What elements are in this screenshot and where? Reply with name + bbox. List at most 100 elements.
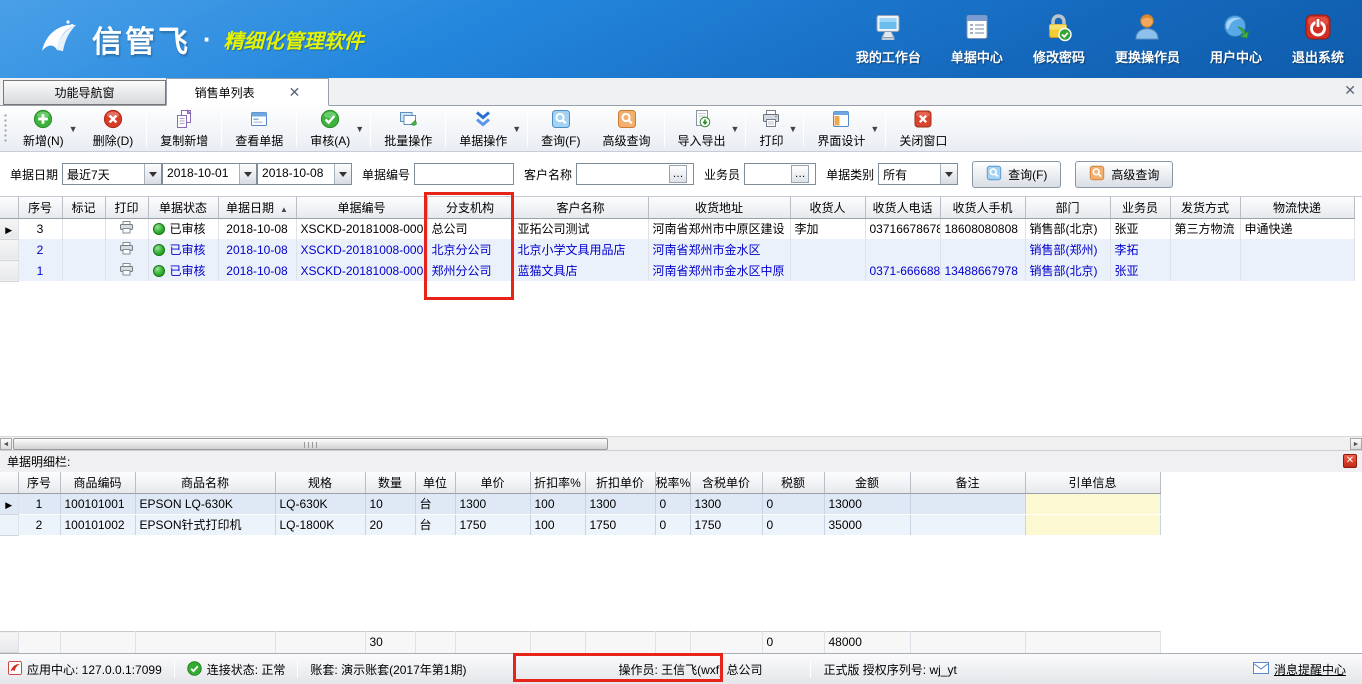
dcol-tax[interactable]: 税额 bbox=[762, 472, 824, 493]
row-selector-cell[interactable]: ▶ bbox=[0, 218, 18, 239]
col-address[interactable]: 收货地址 bbox=[648, 197, 790, 218]
cell-branch: 北京分公司 bbox=[427, 239, 513, 260]
cell-print[interactable] bbox=[105, 218, 148, 239]
menu-item-user-center[interactable]: 用户中心 bbox=[1210, 12, 1262, 66]
toolbar-query-button[interactable]: 查询(F) bbox=[530, 106, 591, 151]
menu-item-change-password[interactable]: 修改密码 bbox=[1033, 12, 1085, 66]
col-date[interactable]: 单据日期▲ bbox=[218, 197, 296, 218]
ui-design-button[interactable]: 界面设计 bbox=[806, 106, 876, 151]
row-selector-cell[interactable] bbox=[0, 514, 18, 535]
date-to-select[interactable]: 2018-10-08 bbox=[257, 163, 352, 185]
menu-item-exit[interactable]: 退出系统 bbox=[1292, 12, 1344, 66]
document-operations-dropdown-icon[interactable]: ▼ bbox=[512, 106, 525, 151]
document-operations-button[interactable]: 单据操作 bbox=[448, 106, 518, 151]
delete-button[interactable]: 删除(D) bbox=[82, 106, 145, 151]
col-phone[interactable]: 收货人电话 bbox=[865, 197, 940, 218]
row-selector-cell[interactable] bbox=[0, 239, 18, 260]
new-button[interactable]: 新增(N) bbox=[12, 106, 75, 151]
sales-order-row[interactable]: 2 已审核 2018-10-08 XSCKD-20181008-0002 北京分… bbox=[0, 239, 1354, 260]
new-dropdown-icon[interactable]: ▼ bbox=[69, 106, 82, 151]
row-selector-cell[interactable]: ▶ bbox=[0, 493, 18, 514]
col-salesman[interactable]: 业务员 bbox=[1110, 197, 1170, 218]
tab-function-navigator[interactable]: 功能导航窗 bbox=[3, 80, 166, 105]
cell-print[interactable] bbox=[105, 239, 148, 260]
col-mark[interactable]: 标记 bbox=[62, 197, 105, 218]
sales-order-row[interactable]: 1 已审核 2018-10-08 XSCKD-20181008-0003 郑州分… bbox=[0, 260, 1354, 281]
col-logistics[interactable]: 物流快递 bbox=[1240, 197, 1354, 218]
dcol-amount[interactable]: 金额 bbox=[824, 472, 910, 493]
col-dept[interactable]: 部门 bbox=[1025, 197, 1110, 218]
toolbar-separator bbox=[370, 110, 371, 147]
dcol-seq[interactable]: 序号 bbox=[18, 472, 60, 493]
detail-row[interactable]: ▶ 1 100101001 EPSON LQ-630K LQ-630K 10 台… bbox=[0, 493, 1160, 514]
dcol-discount-price[interactable]: 折扣单价 bbox=[585, 472, 655, 493]
col-ship-method[interactable]: 发货方式 bbox=[1170, 197, 1240, 218]
col-customer[interactable]: 客户名称 bbox=[513, 197, 648, 218]
logo-separator: · bbox=[203, 24, 212, 55]
scroll-right-arrow-icon[interactable]: ► bbox=[1350, 438, 1362, 450]
horizontal-scrollbar[interactable]: ◄ ► bbox=[0, 436, 1362, 450]
date-range-select[interactable]: 最近7天 bbox=[62, 163, 162, 185]
col-branch[interactable]: 分支机构 bbox=[427, 197, 513, 218]
doc-type-select[interactable]: 所有 bbox=[878, 163, 958, 185]
scroll-left-arrow-icon[interactable]: ◄ bbox=[0, 438, 12, 450]
app-header: 信管飞 · 精细化管理软件 我的工作台 单据中心 修改密码 更换操作员 bbox=[0, 0, 1362, 78]
detail-panel-close-icon[interactable]: ✕ bbox=[1343, 454, 1357, 468]
salesman-lookup-icon[interactable]: … bbox=[791, 165, 809, 183]
batch-operation-button[interactable]: 批量操作 bbox=[373, 106, 443, 151]
date-range-dropdown-icon[interactable] bbox=[144, 164, 161, 184]
date-filter-label: 单据日期 bbox=[10, 166, 58, 183]
dcol-unit[interactable]: 单位 bbox=[415, 472, 455, 493]
tab-sales-order-list[interactable]: 销售单列表 ✕ bbox=[166, 78, 329, 106]
date-from-dropdown-icon[interactable] bbox=[239, 164, 256, 184]
date-to-dropdown-icon[interactable] bbox=[334, 164, 351, 184]
dcol-name[interactable]: 商品名称 bbox=[135, 472, 275, 493]
toolbar-advanced-query-button[interactable]: 高级查询 bbox=[592, 106, 662, 151]
dcol-tax-price[interactable]: 含税单价 bbox=[690, 472, 762, 493]
menu-item-document-center[interactable]: 单据中心 bbox=[951, 12, 1003, 66]
dcol-qty[interactable]: 数量 bbox=[365, 472, 415, 493]
import-export-button[interactable]: 导入导出 bbox=[667, 106, 737, 151]
salesman-input[interactable] bbox=[745, 165, 791, 183]
ui-design-dropdown-icon[interactable]: ▼ bbox=[870, 106, 883, 151]
tab-close-icon[interactable]: ✕ bbox=[289, 85, 301, 99]
sales-order-row[interactable]: ▶ 3 已审核 2018-10-08 XSCKD-20181008-0001 总… bbox=[0, 218, 1354, 239]
message-center-link[interactable]: 消息提醒中心 bbox=[1253, 661, 1346, 678]
date-from-select[interactable]: 2018-10-01 bbox=[162, 163, 257, 185]
col-mobile[interactable]: 收货人手机 bbox=[940, 197, 1025, 218]
audit-button[interactable]: 审核(A) bbox=[299, 106, 361, 151]
close-window-button[interactable]: 关闭窗口 bbox=[888, 106, 958, 151]
dcol-note[interactable]: 备注 bbox=[910, 472, 1025, 493]
audit-dropdown-icon[interactable]: ▼ bbox=[355, 106, 368, 151]
import-export-dropdown-icon[interactable]: ▼ bbox=[731, 106, 744, 151]
doc-type-dropdown-icon[interactable] bbox=[940, 164, 957, 184]
col-status[interactable]: 单据状态 bbox=[148, 197, 218, 218]
customer-lookup-icon[interactable]: … bbox=[669, 165, 687, 183]
col-receiver[interactable]: 收货人 bbox=[790, 197, 865, 218]
menu-item-switch-operator[interactable]: 更换操作员 bbox=[1115, 12, 1180, 66]
dcol-ref-info[interactable]: 引单信息 bbox=[1025, 472, 1160, 493]
row-selector-cell[interactable] bbox=[0, 260, 18, 281]
col-print[interactable]: 打印 bbox=[105, 197, 148, 218]
dcol-code[interactable]: 商品编码 bbox=[60, 472, 135, 493]
advanced-query-button[interactable]: 高级查询 bbox=[1075, 161, 1173, 188]
tab-strip-close-icon[interactable]: ✕ bbox=[1344, 82, 1356, 99]
customer-input[interactable] bbox=[577, 165, 669, 183]
col-seq[interactable]: 序号 bbox=[18, 197, 62, 218]
print-dropdown-icon[interactable]: ▼ bbox=[788, 106, 801, 151]
view-document-button[interactable]: 查看单据 bbox=[224, 106, 294, 151]
menu-item-workspace[interactable]: 我的工作台 bbox=[856, 12, 921, 66]
dcol-tax-rate[interactable]: 税率% bbox=[655, 472, 690, 493]
dcol-spec[interactable]: 规格 bbox=[275, 472, 365, 493]
col-doc-no[interactable]: 单据编号 bbox=[296, 197, 427, 218]
printer-icon bbox=[120, 263, 133, 276]
copy-new-button[interactable]: 复制新增 bbox=[149, 106, 219, 151]
dcol-discount-rate[interactable]: 折扣率% bbox=[530, 472, 585, 493]
cell-dept: 销售部(北京) bbox=[1025, 260, 1110, 281]
query-button[interactable]: 查询(F) bbox=[972, 161, 1061, 188]
dcol-price[interactable]: 单价 bbox=[455, 472, 530, 493]
doc-no-input[interactable] bbox=[415, 165, 509, 183]
detail-row[interactable]: 2 100101002 EPSON针式打印机 LQ-1800K 20 台 175… bbox=[0, 514, 1160, 535]
scrollbar-thumb[interactable] bbox=[13, 438, 608, 450]
cell-print[interactable] bbox=[105, 260, 148, 281]
